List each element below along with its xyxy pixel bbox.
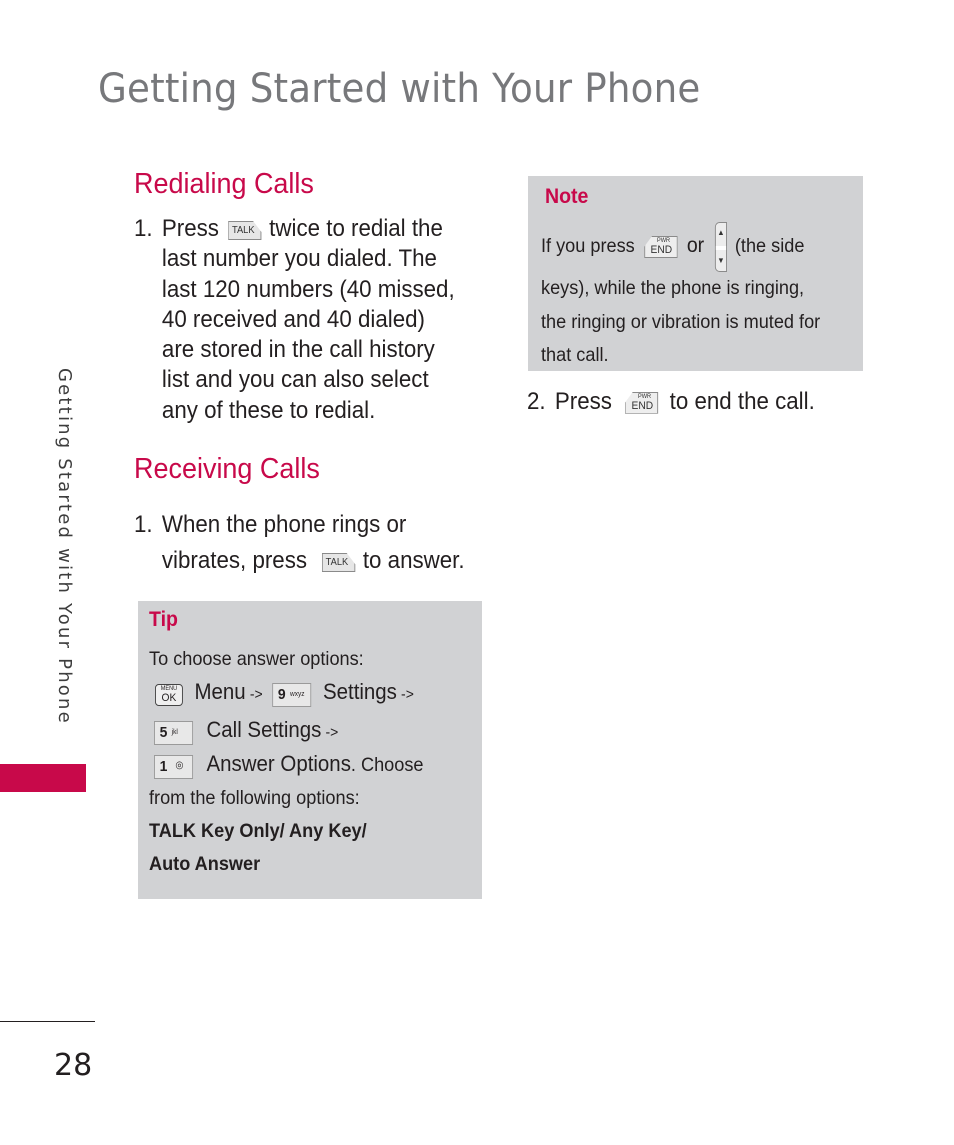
talk-key-icon: TALK: [321, 553, 356, 572]
step-number: 2.: [527, 388, 546, 415]
menu-label: Menu: [194, 679, 246, 704]
key-5-icon: 5 jkl: [154, 720, 194, 745]
step-text: to answer.: [362, 547, 465, 574]
note-line: the ringing or vibration is muted for: [541, 310, 821, 333]
key-1-voicemail-icon: 1 ◎: [154, 754, 194, 779]
tip-options-line-2: Auto Answer: [149, 853, 261, 875]
note-line: If you press: [541, 235, 635, 258]
step-text: are stored in the call history: [161, 336, 435, 364]
tip-box: Tip To choose answer options: MENU OK Me…: [138, 601, 482, 899]
step-text: last 120 numbers (40 missed,: [161, 275, 455, 303]
note-line: that call.: [541, 344, 609, 366]
talk-key-icon: TALK: [228, 221, 262, 240]
answer-options-label: Answer Options: [206, 751, 351, 776]
step-text: to end the call.: [669, 388, 815, 415]
arrow: ->: [401, 686, 414, 703]
note-text: If you press PWR END or ▲ ▼ (the side keys), w…: [541, 222, 820, 373]
talk-key-label: TALK: [231, 225, 255, 236]
note-label: Note: [545, 185, 589, 208]
voicemail-icon: ◎: [175, 759, 184, 771]
side-volume-keys-icon: ▲ ▼: [715, 222, 728, 272]
menu-ok-key-icon: MENU OK: [155, 683, 183, 706]
note-line: keys), while the phone is ringing,: [541, 277, 805, 299]
page-title: Getting Started with Your Phone: [98, 66, 701, 112]
step-text: Press: [554, 388, 612, 415]
ok-key-label: OK: [161, 691, 177, 704]
key-9-number: 9: [277, 685, 286, 703]
end-label: END: [650, 244, 673, 256]
side-section-label: Getting Started with Your Phone: [54, 368, 75, 725]
receiving-step-1: 1. When the phone rings or vibrates, pre…: [134, 507, 465, 579]
step-number: 1.: [134, 215, 153, 242]
tip-from-text: from the following options:: [149, 787, 360, 809]
key-5-number: 5: [159, 723, 168, 741]
note-line: (the side: [734, 235, 805, 258]
side-key-divider: [716, 246, 727, 250]
pwr-end-key-icon: PWR END: [644, 236, 678, 258]
note-box: Note If you press PWR END or ▲ ▼ (the side key…: [528, 176, 863, 371]
arrow: ->: [325, 724, 339, 741]
step-text: twice to redial the: [269, 215, 443, 242]
step-text: vibrates, press: [161, 547, 308, 574]
key-9-icon: 9 wxyz: [272, 682, 312, 707]
arrow: ->: [249, 686, 263, 703]
call-settings-label: Call Settings: [206, 717, 322, 742]
tip-label: Tip: [149, 608, 178, 631]
footer-rule: [0, 1021, 95, 1022]
tip-intro: To choose answer options:: [149, 648, 364, 670]
step-text: last number you dialed. The: [161, 245, 437, 273]
step-text: 40 received and 40 dialed): [161, 305, 425, 333]
redialing-calls-heading: Redialing Calls: [134, 168, 314, 200]
note-line: or: [686, 234, 705, 258]
tip-menu-path-line-2: 5 jkl Call Settings ->: [154, 717, 338, 745]
key-9-letters: wxyz: [290, 690, 305, 698]
pwr-end-key-icon: PWR END: [624, 391, 659, 414]
talk-key-label: TALK: [325, 557, 349, 568]
receiving-calls-heading: Receiving Calls: [134, 453, 320, 485]
end-call-step-2: 2. Press PWR END to end the call.: [527, 387, 815, 417]
choose-text: . Choose: [350, 754, 424, 776]
redialing-step-1: 1. Press TALK twice to redial the last num…: [134, 214, 455, 426]
page-number: 28: [54, 1048, 93, 1083]
step-text: any of these to redial.: [161, 396, 376, 424]
section-tab-marker: [0, 764, 86, 792]
step-text: Press: [161, 215, 219, 242]
step-text: list and you can also select: [161, 366, 429, 394]
key-1-number: 1: [159, 757, 168, 775]
key-5-letters: jkl: [171, 728, 178, 736]
step-number: 1.: [134, 511, 153, 538]
tip-menu-path-line-1: MENU OK Menu -> 9 wxyz Settings ->: [155, 679, 414, 707]
end-label: END: [631, 399, 654, 412]
volume-down-icon: ▼: [717, 256, 725, 265]
settings-label: Settings: [322, 679, 397, 704]
volume-up-icon: ▲: [717, 228, 725, 237]
tip-menu-path-line-3: 1 ◎ Answer Options. Choose: [154, 751, 424, 779]
tip-options-line-1: TALK Key Only/ Any Key/: [149, 820, 367, 842]
step-text: When the phone rings or: [161, 511, 407, 538]
